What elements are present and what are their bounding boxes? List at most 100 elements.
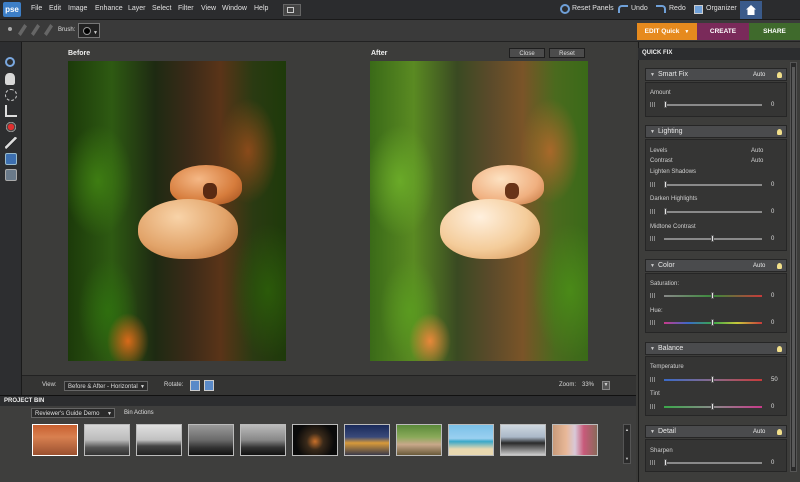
amount-slider-handle[interactable]: [664, 101, 667, 108]
detail-header[interactable]: ▼ Detail Auto: [645, 425, 787, 438]
chevron-down-icon: ▼: [93, 30, 98, 36]
undo-button[interactable]: Undo: [631, 5, 648, 12]
brush-refine-icon[interactable]: [44, 24, 53, 36]
menu-filter[interactable]: Filter: [178, 5, 194, 12]
temperature-label: Temperature: [650, 364, 684, 370]
selection-brush-icon[interactable]: [5, 89, 17, 101]
menu-enhance[interactable]: Enhance: [95, 5, 123, 12]
collapse-triangle-icon[interactable]: ▼: [650, 129, 655, 135]
thumbnail[interactable]: [292, 424, 338, 456]
red-eye-tool-icon[interactable]: [5, 121, 17, 133]
redo-button[interactable]: Redo: [669, 5, 686, 12]
rotate-left-icon[interactable]: [190, 380, 200, 391]
lightbulb-icon[interactable]: [777, 429, 782, 435]
menu-window[interactable]: Window: [222, 5, 247, 12]
collapse-triangle-icon[interactable]: ▼: [650, 263, 655, 269]
reset-button[interactable]: Reset: [549, 48, 585, 58]
lighting-header[interactable]: ▼ Lighting: [645, 125, 787, 138]
crop-tool-icon[interactable]: [5, 105, 17, 117]
tool-preset-icon[interactable]: [8, 27, 12, 31]
levels-auto-button[interactable]: Auto: [751, 148, 763, 154]
contrast-auto-button[interactable]: Auto: [751, 158, 763, 164]
thumbnail[interactable]: [344, 424, 390, 456]
panel-scrollbar[interactable]: [790, 62, 797, 472]
home-button[interactable]: [740, 1, 762, 19]
menu-view[interactable]: View: [201, 5, 216, 12]
view-select[interactable]: Before & After - Horizontal ▼: [64, 381, 148, 391]
saturation-handle[interactable]: [711, 292, 714, 299]
smart-fix-header[interactable]: ▼ Smart Fix Auto: [645, 68, 787, 81]
lightbulb-icon[interactable]: [777, 263, 782, 269]
balance-header[interactable]: ▼ Balance: [645, 342, 787, 355]
lightbulb-icon[interactable]: [777, 72, 782, 78]
brush-add-icon[interactable]: [18, 24, 27, 36]
after-image: [370, 61, 588, 361]
detail-auto-button[interactable]: Auto: [753, 429, 765, 435]
black-white-icon[interactable]: [5, 169, 17, 181]
collapse-triangle-icon[interactable]: ▼: [650, 429, 655, 435]
temperature-handle[interactable]: [711, 376, 714, 383]
zoom-tool-icon[interactable]: [5, 57, 15, 67]
darken-highlights-value: 0: [771, 209, 775, 215]
darken-highlights-handle[interactable]: [664, 208, 667, 215]
edit-quick-tab[interactable]: EDIT Quick ▼: [637, 23, 697, 40]
lighten-shadows-handle[interactable]: [664, 181, 667, 188]
lightbulb-icon[interactable]: [777, 129, 782, 135]
thumbnail[interactable]: [84, 424, 130, 456]
menu-layer[interactable]: Layer: [128, 5, 146, 12]
menu-file[interactable]: File: [31, 5, 42, 12]
grip-icon: [650, 404, 656, 409]
undo-icon: [618, 5, 628, 13]
scroll-down-icon[interactable]: ▼: [625, 456, 629, 461]
color-auto-button[interactable]: Auto: [753, 263, 765, 269]
zoom-dropdown-icon[interactable]: ▼: [602, 381, 610, 390]
menu-select[interactable]: Select: [152, 5, 171, 12]
organizer-button[interactable]: Organizer: [706, 5, 737, 12]
blue-sky-icon[interactable]: [5, 153, 17, 165]
brush-picker[interactable]: ▼: [78, 23, 100, 38]
whiten-teeth-icon[interactable]: [5, 137, 17, 149]
menu-image[interactable]: Image: [68, 5, 87, 12]
share-tab[interactable]: SHARE: [749, 23, 800, 40]
lightbulb-icon[interactable]: [777, 346, 782, 352]
thumbnail[interactable]: [136, 424, 182, 456]
thumbnail[interactable]: [396, 424, 442, 456]
smart-fix-auto-button[interactable]: Auto: [753, 72, 765, 78]
darken-highlights-slider[interactable]: [664, 211, 762, 213]
sharpen-handle[interactable]: [664, 459, 667, 466]
hand-tool-icon[interactable]: [5, 73, 15, 85]
close-button[interactable]: Close: [509, 48, 545, 58]
album-select[interactable]: Reviewer's Guide Demo ▼: [31, 408, 115, 418]
create-tab[interactable]: CREATE: [697, 23, 749, 40]
midtone-contrast-handle[interactable]: [711, 235, 714, 242]
brush-subtract-icon[interactable]: [31, 24, 40, 36]
color-header[interactable]: ▼ Color Auto: [645, 259, 787, 272]
hue-handle[interactable]: [711, 319, 714, 326]
menu-edit[interactable]: Edit: [49, 5, 61, 12]
panel-scroll-thumb[interactable]: [792, 67, 795, 467]
collapse-triangle-icon[interactable]: ▼: [650, 346, 655, 352]
detail-title: Detail: [658, 428, 676, 435]
thumbnail[interactable]: [500, 424, 546, 456]
layout-switch-button[interactable]: [283, 4, 301, 16]
menu-help[interactable]: Help: [254, 5, 268, 12]
mushroom-stem: [203, 183, 217, 199]
lighten-shadows-slider[interactable]: [664, 184, 762, 186]
smart-fix-title: Smart Fix: [658, 71, 688, 78]
organizer-icon: [694, 5, 703, 14]
collapse-triangle-icon[interactable]: ▼: [650, 72, 655, 78]
rotate-right-icon[interactable]: [204, 380, 214, 391]
thumbnail[interactable]: [448, 424, 494, 456]
tint-handle[interactable]: [711, 403, 714, 410]
amount-slider[interactable]: [664, 104, 762, 106]
thumbnail[interactable]: [552, 424, 598, 456]
thumbnail[interactable]: [240, 424, 286, 456]
thumbnail[interactable]: [188, 424, 234, 456]
thumbnail[interactable]: [32, 424, 78, 456]
bin-actions-menu[interactable]: Bin Actions: [124, 410, 154, 416]
zoom-value[interactable]: 33%: [582, 382, 594, 388]
scroll-up-icon[interactable]: ▲: [625, 427, 629, 432]
reset-panels-button[interactable]: Reset Panels: [572, 5, 614, 12]
sharpen-slider[interactable]: [664, 462, 762, 464]
bin-scrollbar[interactable]: ▲ ▼: [623, 424, 631, 464]
